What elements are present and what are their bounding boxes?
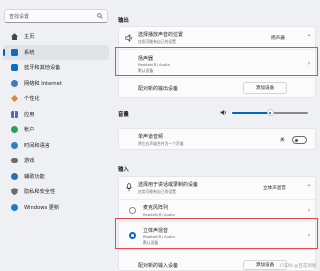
input-device2-title: 立体声混音 bbox=[143, 228, 169, 234]
pair-output-row: 配对新的输出设备 添加设备 bbox=[119, 77, 315, 98]
choose-input-title: 选择用于讲话或录制的设备 bbox=[138, 182, 199, 188]
choose-output-title: 选择播放声音的位置 bbox=[138, 32, 184, 38]
sidebar-item-label: 网络和 Internet bbox=[24, 80, 62, 87]
mono-audio-sub: 将左右声道合并为一个声道 bbox=[138, 141, 184, 146]
sidebar-item-label: 蓝牙和其他设备 bbox=[24, 65, 61, 72]
sidebar-item-bluetooth[interactable]: 蓝牙和其他设备 bbox=[3, 60, 109, 76]
output-device-default: 默认设备 bbox=[138, 68, 154, 73]
sidebar-item-label: 应用 bbox=[24, 111, 35, 118]
sidebar-item-label: 帐户 bbox=[24, 127, 35, 134]
speaker-icon bbox=[125, 34, 132, 42]
input-device1-driver: Realtek(R) Audio bbox=[143, 212, 175, 217]
mono-audio-row: 单声道音频 将左右声道合并为一个声道 关 bbox=[119, 129, 315, 151]
pair-input-label: 配对新的输入设备 bbox=[138, 263, 179, 269]
sidebar-item-accounts[interactable]: 帐户 bbox=[3, 122, 109, 138]
sidebar: 查找设置 主页 系统 蓝牙和其他设备 网络和 Internet 个性化 应用 帐… bbox=[0, 0, 112, 271]
sidebar-item-time-language[interactable]: 时间和语言 bbox=[3, 138, 109, 154]
choose-input-row[interactable]: 选择用于讲话或录制的设备 应用可能有自己的设置 立体声混音 ⌃ bbox=[119, 177, 315, 199]
add-output-device-button[interactable]: 添加设备 bbox=[243, 82, 287, 94]
mono-audio-state: 关 bbox=[280, 138, 285, 143]
search-placeholder: 查找设置 bbox=[9, 13, 30, 20]
chevron-right-icon: › bbox=[307, 60, 311, 67]
radio-stereo-mix[interactable] bbox=[129, 232, 136, 239]
sidebar-item-label: Windows 更新 bbox=[24, 204, 60, 211]
search-input[interactable]: 查找设置 bbox=[4, 9, 108, 23]
output-device-driver: Realtek(R) Audio bbox=[138, 62, 170, 67]
game-icon bbox=[11, 158, 18, 164]
output-card: 选择播放声音的位置 应用可能有自己的设置 扬声器 ⌃ 扬声器 Realtek(R… bbox=[118, 26, 316, 98]
mono-audio-card: 单声道音频 将左右声道合并为一个声道 关 bbox=[118, 128, 316, 150]
sidebar-item-label: 游戏 bbox=[24, 158, 35, 165]
shield-icon bbox=[11, 188, 18, 196]
network-icon bbox=[11, 79, 18, 87]
chevron-up-icon: ⌃ bbox=[306, 34, 312, 41]
sidebar-item-apps[interactable]: 应用 bbox=[3, 107, 109, 123]
output-heading: 输出 bbox=[118, 18, 129, 24]
brush-icon bbox=[10, 95, 19, 103]
sidebar-item-label: 个性化 bbox=[24, 96, 40, 103]
sidebar-item-network[interactable]: 网络和 Internet bbox=[3, 76, 109, 92]
update-icon bbox=[11, 203, 18, 211]
sidebar-item-system[interactable]: 系统 bbox=[3, 44, 109, 60]
accessibility-icon bbox=[11, 172, 18, 180]
choose-input-sub: 应用可能有自己的设置 bbox=[138, 189, 176, 194]
volume-slider-track[interactable] bbox=[232, 109, 308, 116]
input-device-stereo-mix[interactable]: 立体声混音 Realtek(R) Audio 默认设备 › bbox=[119, 221, 315, 249]
sidebar-item-personalization[interactable]: 个性化 bbox=[3, 91, 109, 107]
bluetooth-icon bbox=[11, 64, 18, 72]
sidebar-nav: 主页 系统 蓝牙和其他设备 网络和 Internet 个性化 应用 帐户 时间和… bbox=[0, 29, 112, 215]
main-content: 输出 选择播放声音的位置 应用可能有自己的设置 扬声器 ⌃ 扬声器 Realte… bbox=[112, 0, 320, 271]
sidebar-item-windows-update[interactable]: Windows 更新 bbox=[3, 200, 109, 216]
microphone-icon bbox=[126, 183, 132, 192]
sidebar-item-gaming[interactable]: 游戏 bbox=[3, 153, 109, 169]
choose-output-value: 扬声器 bbox=[271, 36, 285, 41]
search-icon bbox=[97, 13, 103, 19]
output-device-title: 扬声器 bbox=[138, 56, 154, 62]
home-icon bbox=[11, 33, 18, 41]
sidebar-item-label: 隐私和安全性 bbox=[24, 189, 56, 196]
sidebar-item-home[interactable]: 主页 bbox=[3, 29, 109, 45]
apps-icon bbox=[11, 110, 18, 118]
volume-heading: 音量 bbox=[118, 112, 129, 118]
volume-slider-fill bbox=[232, 112, 270, 114]
choose-output-sub: 应用可能有自己的设置 bbox=[138, 39, 176, 44]
input-card: 选择用于讲话或录制的设备 应用可能有自己的设置 立体声混音 ⌃ 麦克风阵列 Re… bbox=[118, 176, 316, 271]
sidebar-item-privacy[interactable]: 隐私和安全性 bbox=[3, 184, 109, 200]
input-device2-default: 默认设备 bbox=[143, 240, 159, 245]
volume-slider-thumb[interactable] bbox=[266, 109, 274, 116]
sidebar-item-label: 系统 bbox=[24, 49, 35, 56]
input-device1-title: 麦克风阵列 bbox=[143, 205, 169, 211]
system-icon bbox=[11, 48, 18, 56]
sidebar-item-accessibility[interactable]: 辅助功能 bbox=[3, 169, 109, 185]
mono-audio-title: 单声道音频 bbox=[138, 134, 164, 140]
pair-output-label: 配对新的输出设备 bbox=[138, 86, 179, 92]
chevron-right-icon: › bbox=[307, 207, 311, 214]
radio-mic-array[interactable] bbox=[129, 207, 136, 214]
chevron-up-icon: ⌃ bbox=[306, 184, 312, 191]
choose-output-row[interactable]: 选择播放声音的位置 应用可能有自己的设置 扬声器 ⌃ bbox=[119, 27, 315, 49]
chevron-right-icon: › bbox=[307, 232, 311, 239]
mono-audio-toggle[interactable] bbox=[292, 136, 307, 144]
volume-icon bbox=[220, 109, 226, 116]
account-icon bbox=[11, 126, 18, 134]
input-heading: 输入 bbox=[118, 167, 129, 173]
sidebar-item-label: 主页 bbox=[24, 34, 35, 41]
choose-input-value: 立体声混音 bbox=[263, 186, 286, 191]
input-device2-driver: Realtek(R) Audio bbox=[143, 234, 175, 239]
clock-icon bbox=[11, 141, 18, 149]
sidebar-item-label: 辅助功能 bbox=[24, 173, 45, 180]
input-device-mic-array[interactable]: 麦克风阵列 Realtek(R) Audio › bbox=[119, 199, 315, 221]
sidebar-item-label: 时间和语言 bbox=[24, 142, 50, 149]
output-device-speaker[interactable]: 扬声器 Realtek(R) Audio 默认设备 › bbox=[119, 49, 315, 77]
watermark: CSDN @百花凋谢 bbox=[280, 264, 316, 269]
